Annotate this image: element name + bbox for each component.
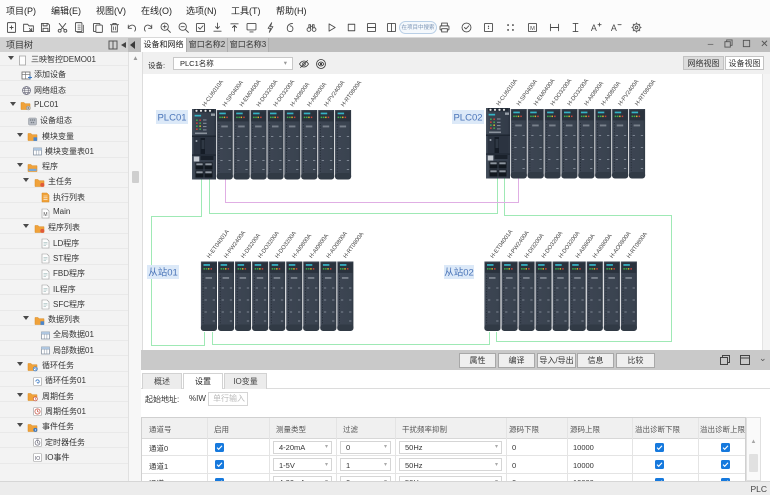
svg-text:M: M [530, 26, 535, 32]
svg-text:从站02: 从站02 [444, 267, 474, 279]
svg-text:A: A [590, 23, 596, 33]
svg-text:A: A [610, 23, 616, 33]
svg-text:M: M [43, 212, 47, 218]
svg-text:从站01: 从站01 [148, 267, 178, 279]
svg-text:IO: IO [35, 456, 40, 462]
svg-text:PLC01: PLC01 [157, 113, 186, 124]
svg-text:PLC02: PLC02 [453, 113, 482, 124]
